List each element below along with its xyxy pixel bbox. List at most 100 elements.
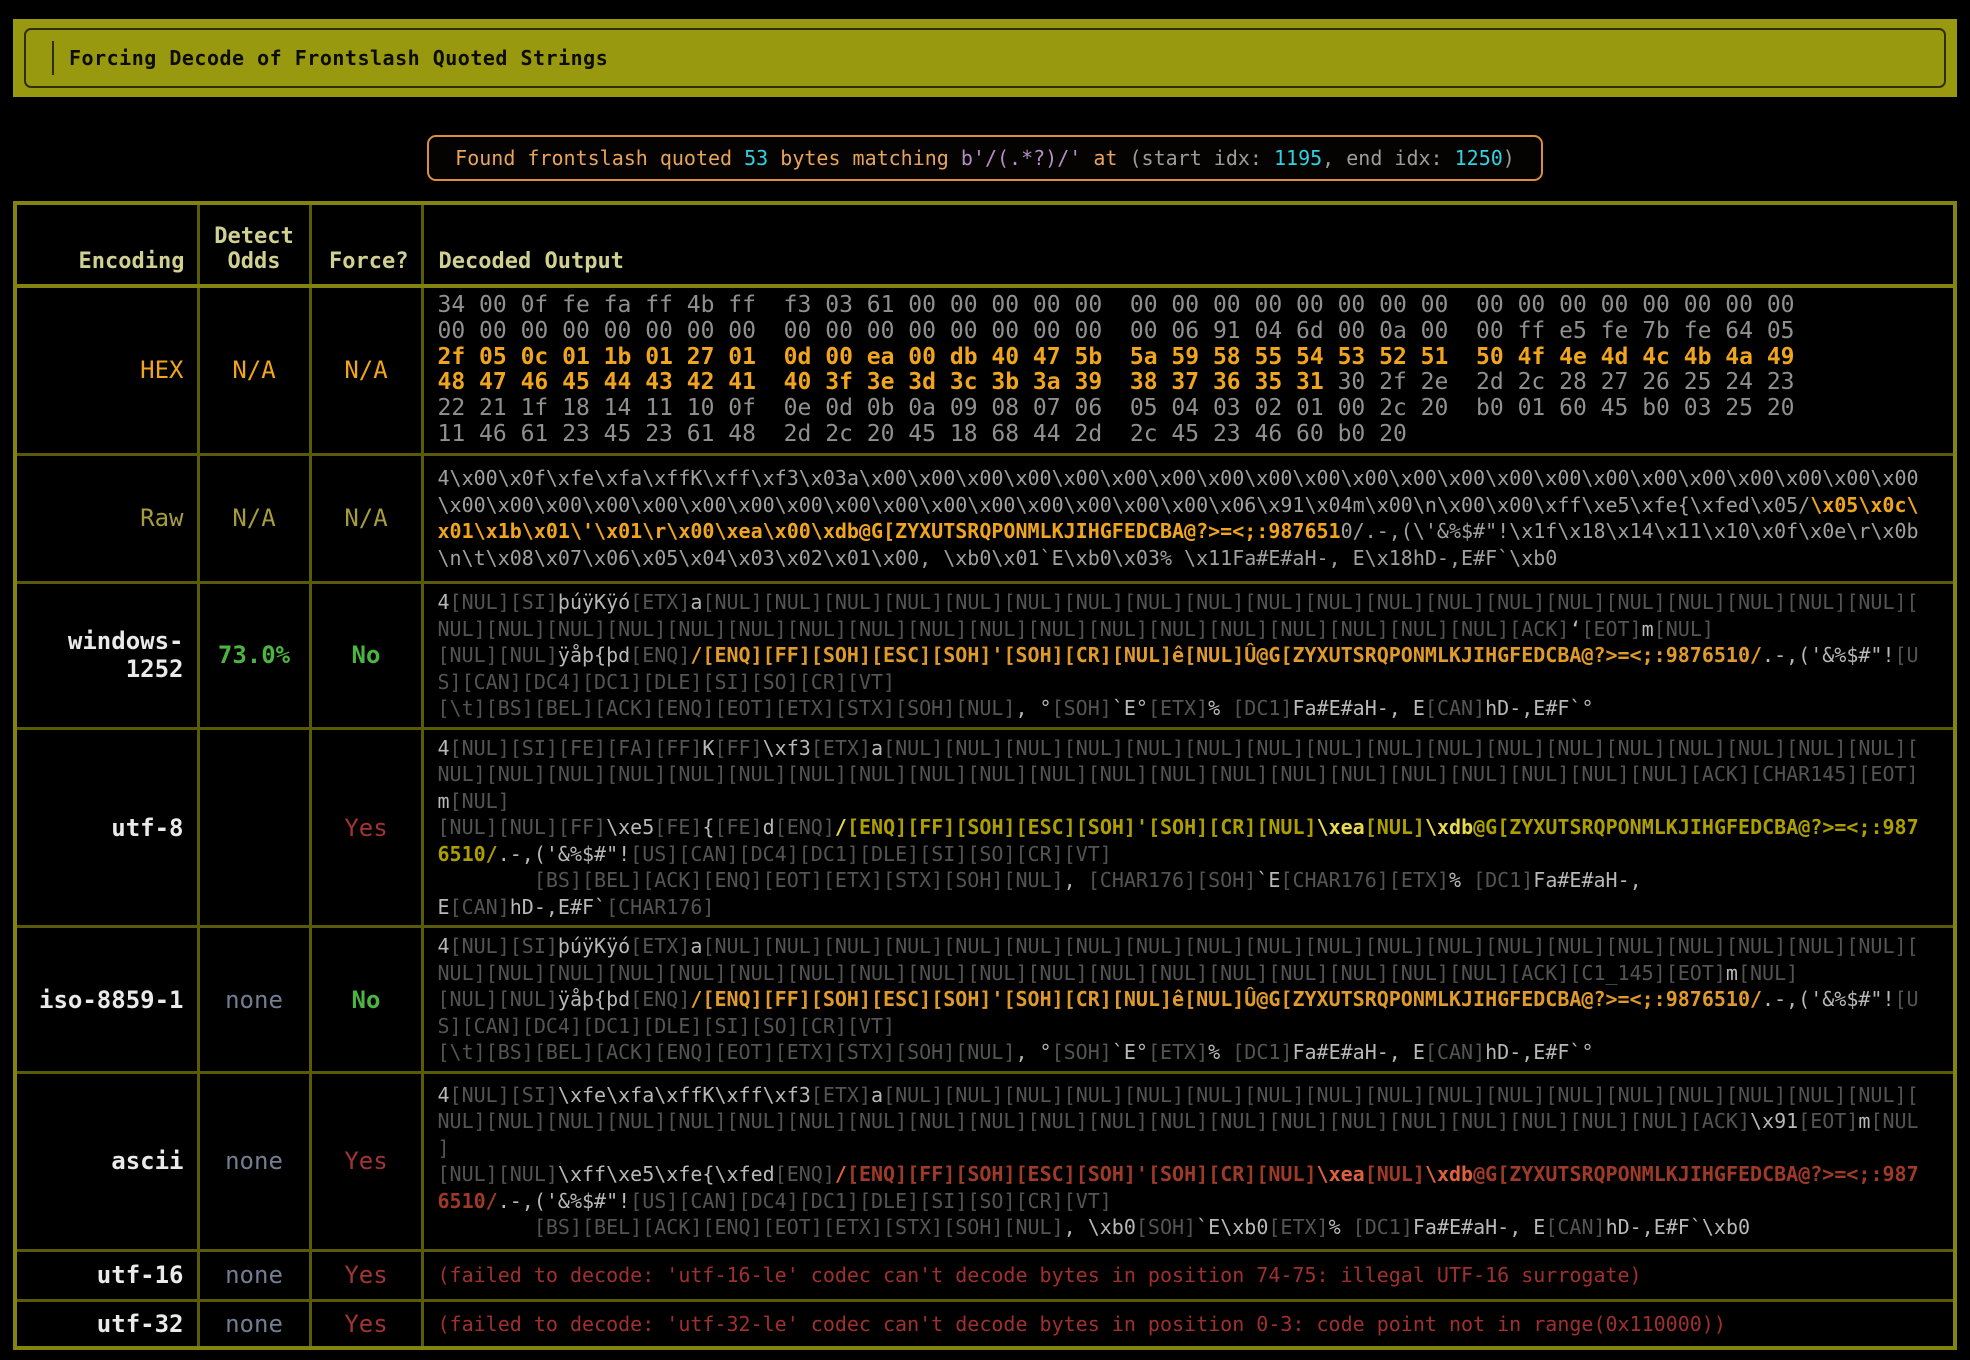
text-segment: [NUL][SI]	[450, 590, 558, 614]
text-segment: \xdb	[1425, 1162, 1473, 1186]
banner-segment: 53	[744, 146, 768, 170]
text-segment: m	[1642, 617, 1654, 641]
text-segment: `E\xb0	[1196, 1215, 1268, 1239]
text-segment: x01\x1b\x01\'\x01\r\x00\xea\x00\xdb@G[ZY…	[438, 519, 1341, 543]
text-segment: Fa#E#aH-, E	[1292, 696, 1424, 720]
output-line: (failed to decode: 'utf-32-le' codec can…	[438, 1311, 1940, 1338]
output-cell: 4[NUL][SI]þúÿKÿó[ETX]a[NUL][NUL][NUL][NU…	[422, 582, 1955, 728]
text-segment: [CAN]	[1425, 696, 1485, 720]
encoding-cell: utf-8	[15, 728, 198, 927]
text-segment: 4	[438, 590, 450, 614]
text-segment: [CHAR176][SOH]	[1088, 868, 1257, 892]
output-line: E[CAN]hD-,E#F`[CHAR176]	[438, 894, 1940, 921]
text-segment: [DC1]	[1232, 696, 1292, 720]
text-segment: S][CAN][DC4][DC1][DLE][SI][SO][CR][VT]	[438, 670, 896, 694]
text-segment: d	[763, 815, 775, 839]
text-segment: K	[702, 736, 714, 760]
encoding-cell-label: windows-1252	[68, 627, 184, 683]
output-line: [BS][BEL][ACK][ENQ][EOT][ETX][STX][SOH][…	[438, 867, 1940, 894]
text-segment: 6510/	[438, 1189, 498, 1213]
text-segment: [CHAR176][ETX]	[1280, 868, 1449, 892]
table-row-utf32: utf-32noneYes(failed to decode: 'utf-32-…	[15, 1300, 1955, 1348]
text-segment: m	[1726, 961, 1738, 985]
title-divider	[52, 41, 54, 75]
text-segment: 48 47 46 45 44 43 42 41 40 3f 3e 3d 3c 3…	[438, 369, 1324, 395]
output-cell: (failed to decode: 'utf-16-le' codec can…	[422, 1250, 1955, 1300]
text-segment: [NUL]	[450, 789, 510, 813]
output-line: m[NUL]	[438, 788, 1940, 815]
force-cell-label: No	[352, 986, 381, 1014]
text-segment: \xea	[1317, 1162, 1365, 1186]
banner-container: Found frontslash quoted 53 bytes matchin…	[0, 135, 1970, 181]
force-cell-label: Yes	[344, 1261, 387, 1289]
text-segment: 2f 05 0c 01 1b 01 27 01 0d 00 ea 00 db 4…	[438, 344, 1795, 370]
text-segment: 4\x00\x0f\xfe\xfa\xffK\xff\xf3\x03a	[438, 466, 859, 490]
text-segment: /	[835, 1162, 847, 1186]
text-segment: [FE]	[714, 815, 762, 839]
text-segment: [EOT]	[1798, 1109, 1858, 1133]
banner-segment: b'/(.*?)/'	[961, 146, 1081, 170]
encoding-cell: HEX	[15, 286, 198, 454]
table-row-utf8: utf-8Yes4[NUL][SI][FE][FA][FF]K[FF]\xf3[…	[15, 728, 1955, 927]
output-cell: 4[NUL][SI]\xfe\xfa\xffK\xff\xf3[ETX]a[NU…	[422, 1072, 1955, 1250]
text-segment: hD-,E#F`°	[1485, 1040, 1593, 1064]
encoding-cell-label: HEX	[140, 356, 183, 384]
text-segment: NUL]	[438, 1109, 486, 1133]
text-segment: a	[690, 934, 702, 958]
text-segment	[438, 868, 534, 892]
text-segment: [ETX]	[1148, 696, 1208, 720]
force-cell-label: Yes	[344, 1147, 387, 1175]
text-segment: \xea	[1317, 815, 1365, 839]
output-line: 00 00 00 00 00 00 00 00 00 00 00 00 00 0…	[438, 319, 1940, 345]
text-segment: þúÿKÿó	[558, 934, 630, 958]
output-line: 4[NUL][SI]þúÿKÿó[ETX]a[NUL][NUL][NUL][NU…	[438, 933, 1940, 960]
text-segment: /	[835, 815, 847, 839]
text-segment: [NUL][NUL][NUL][NUL][NUL][NUL][NUL][NUL]…	[486, 961, 1510, 985]
detect-odds-cell-label: none	[225, 1147, 283, 1175]
table-row-iso: iso-8859-1noneNo4[NUL][SI]þúÿKÿó[ETX]a[N…	[15, 927, 1955, 1073]
text-segment: [	[1907, 1083, 1919, 1107]
text-segment: [US][CAN][DC4][DC1][DLE][SI][SO][CR][VT]	[630, 1189, 1112, 1213]
text-segment: [NUL][NUL]	[438, 1162, 558, 1186]
force-cell-label: No	[352, 641, 381, 669]
table-row-utf16: utf-16noneYes(failed to decode: 'utf-16-…	[15, 1250, 1955, 1300]
match-banner: Found frontslash quoted 53 bytes matchin…	[427, 135, 1543, 181]
output-line: 4[NUL][SI]\xfe\xfa\xffK\xff\xf3[ETX]a[NU…	[438, 1082, 1940, 1109]
text-segment: ]	[438, 1136, 450, 1160]
text-segment: S][CAN][DC4][DC1][DLE][SI][SO][CR][VT]	[438, 1014, 896, 1038]
text-segment: (failed to decode: 'utf-16-le' codec can…	[438, 1263, 1642, 1287]
banner-segment: 1250	[1455, 146, 1503, 170]
text-segment: `E°	[1112, 1040, 1148, 1064]
output-line: 48 47 46 45 44 43 42 41 40 3f 3e 3d 3c 3…	[438, 370, 1940, 396]
banner-segment: )	[1503, 146, 1515, 170]
text-segment: [CAN]	[450, 895, 510, 919]
text-segment: [BS][BEL][ACK][ENQ][EOT][ETX][STX][SOH][…	[534, 1215, 1064, 1239]
encoding-cell: ascii	[15, 1072, 198, 1250]
text-segment: [NUL][NUL][NUL][NUL][NUL][NUL][NUL][NUL]…	[702, 934, 1906, 958]
text-segment: 11 46 61 23 45 23 61 48 2d 2c 20 45 18 6…	[438, 421, 1407, 447]
text-segment: @G[ZYXUTSRQPONMLKJIHGFEDCBA@?>=<;:987	[1473, 815, 1919, 839]
text-segment: [EOT]	[1581, 617, 1641, 641]
output-line: [\t][BS][BEL][ACK][ENQ][EOT][ETX][STX][S…	[438, 1039, 1940, 1066]
text-segment: 4	[438, 736, 450, 760]
text-segment: `E	[1256, 868, 1280, 892]
text-segment: hD-,E#F`°	[1485, 696, 1593, 720]
text-segment: [ACK]	[1690, 1109, 1750, 1133]
table-header-row: Encoding Detect Odds Force? Decoded Outp…	[15, 203, 1955, 286]
text-segment: [NUL][NUL][NUL][NUL][NUL][NUL][NUL][NUL]…	[486, 762, 1690, 786]
text-segment: [NUL][NUL][NUL][NUL][NUL][NUL][NUL][NUL]…	[486, 617, 1510, 641]
text-segment: [ENQ]	[775, 815, 835, 839]
output-cell: (failed to decode: 'utf-32-le' codec can…	[422, 1300, 1955, 1348]
text-segment: [ETX]	[811, 736, 871, 760]
text-segment: [ENQ]	[775, 1162, 835, 1186]
output-line: 11 46 61 23 45 23 61 48 2d 2c 20 45 18 6…	[438, 422, 1940, 448]
text-segment: 22 21 1f 18 14 11 10 0f 0e 0d 0b 0a 09 0…	[438, 395, 1795, 421]
text-segment: [	[1907, 590, 1919, 614]
banner-segment: bytes matching	[768, 146, 961, 170]
table-row-w1252: windows-125273.0%No4[NUL][SI]þúÿKÿó[ETX]…	[15, 582, 1955, 728]
detect-odds-cell: 73.0%	[198, 582, 310, 728]
text-segment: (failed to decode: 'utf-32-le' codec can…	[438, 1312, 1726, 1336]
output-line: ]	[438, 1135, 1940, 1162]
detect-odds-cell	[198, 728, 310, 927]
text-segment: 4	[438, 934, 450, 958]
